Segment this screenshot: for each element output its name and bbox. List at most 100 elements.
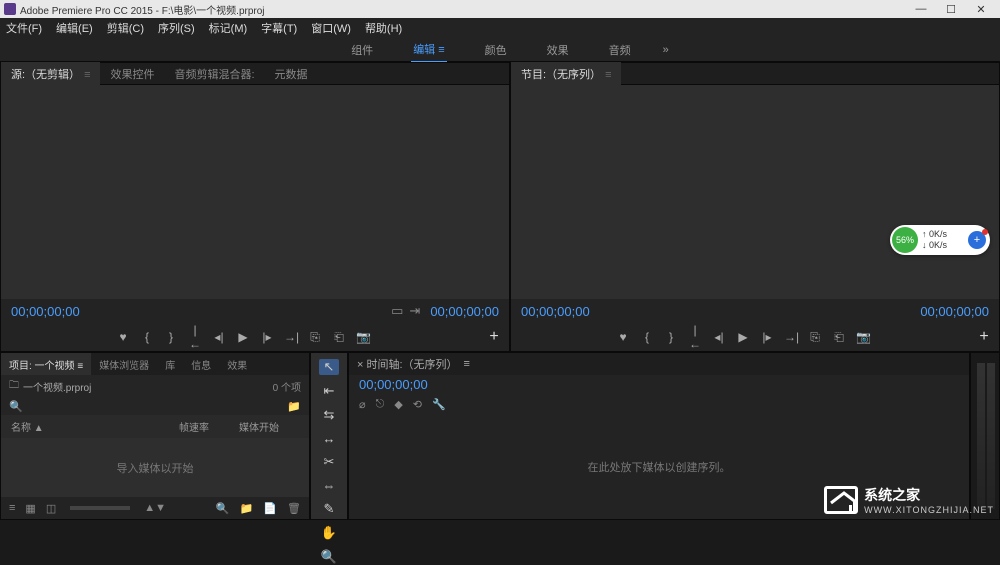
menu-marker[interactable]: 标记(M) xyxy=(209,20,248,36)
fit-icon[interactable]: ▭ xyxy=(391,303,403,319)
sort-icon[interactable]: ▲▼ xyxy=(144,502,166,514)
minimize-button[interactable]: — xyxy=(906,3,936,15)
zoom-tool-icon[interactable]: 🔍 xyxy=(319,549,339,565)
new-item-icon[interactable]: 📄 xyxy=(263,502,277,515)
close-button[interactable]: ✕ xyxy=(966,3,996,16)
snap-icon[interactable]: ⌀ xyxy=(359,398,366,411)
tab-program[interactable]: 节目:（无序列）≡ xyxy=(511,62,621,86)
insert-icon[interactable]: ⎘ xyxy=(308,330,322,345)
menu-help[interactable]: 帮助(H) xyxy=(365,20,402,36)
tab-source[interactable]: 源:（无剪辑）≡ xyxy=(1,62,100,86)
step-fwd-icon[interactable]: |▸ xyxy=(260,330,274,344)
thumbnail-size-slider[interactable] xyxy=(70,506,130,510)
lift-icon[interactable]: ⎘ xyxy=(808,330,822,345)
trash-icon[interactable]: 🗑 xyxy=(287,502,301,515)
panel-menu-icon[interactable]: ≡ xyxy=(77,361,83,372)
go-out-icon[interactable]: →| xyxy=(284,330,298,344)
extract-icon[interactable]: ⎗ xyxy=(832,330,846,345)
pen-tool-icon[interactable]: ✎ xyxy=(319,501,339,517)
razor-tool-icon[interactable]: ✂ xyxy=(319,454,339,470)
program-timecode-out[interactable]: 00;00;00;00 xyxy=(920,304,989,319)
step-fwd-icon[interactable]: |▸ xyxy=(760,330,774,344)
workspace-assembly[interactable]: 组件 xyxy=(349,38,375,62)
tab-effect-controls[interactable]: 效果控件 xyxy=(100,62,164,86)
freeform-view-icon[interactable]: ◫ xyxy=(46,502,56,515)
source-timecode-out[interactable]: 00;00;00;00 xyxy=(430,304,499,319)
go-in-icon[interactable]: |← xyxy=(188,323,202,351)
tab-info[interactable]: 信息 xyxy=(183,353,219,375)
add-marker-icon[interactable]: ◆ xyxy=(394,398,402,411)
panel-menu-icon[interactable]: ≡ xyxy=(84,69,90,81)
tab-project[interactable]: 项目: 一个视频 ≡ xyxy=(1,353,91,375)
overwrite-icon[interactable]: ⎗ xyxy=(332,330,346,345)
project-empty-area[interactable]: 导入媒体以开始 xyxy=(1,438,309,497)
col-framerate[interactable]: 帧速率 xyxy=(179,419,239,434)
source-monitor-viewport[interactable] xyxy=(1,85,509,299)
source-monitor-panel: 源:（无剪辑）≡ 效果控件 音频剪辑混合器: 元数据 00;00;00;00 ▭… xyxy=(0,62,510,352)
play-icon[interactable]: ▶ xyxy=(236,330,250,344)
menu-sequence[interactable]: 序列(S) xyxy=(158,20,195,36)
step-back-icon[interactable]: ◂| xyxy=(212,330,226,344)
marker-icon[interactable]: ♥ xyxy=(116,330,130,344)
tab-media-browser[interactable]: 媒体浏览器 xyxy=(91,353,157,375)
slip-tool-icon[interactable]: ⇔ xyxy=(319,478,339,493)
export-frame-icon[interactable]: 📷 xyxy=(356,330,370,344)
timeline-playhead-timecode[interactable]: 00;00;00;00 xyxy=(349,375,969,394)
workspace-editing[interactable]: 编辑 ≡ xyxy=(411,37,446,63)
marker-icon[interactable]: ♥ xyxy=(616,330,630,344)
step-back-icon[interactable]: ◂| xyxy=(712,330,726,344)
go-out-icon[interactable]: →| xyxy=(784,330,798,344)
list-view-icon[interactable]: ≡ xyxy=(9,502,15,514)
tab-timeline[interactable]: × 时间轴:（无序列） xyxy=(357,356,458,372)
workspace-audio[interactable]: 音频 xyxy=(607,38,633,62)
export-frame-icon[interactable]: 📷 xyxy=(856,330,870,344)
selection-tool-icon[interactable]: ↖ xyxy=(319,359,339,375)
net-widget-expand-icon[interactable]: + xyxy=(968,231,986,249)
find-icon[interactable]: 🔍 xyxy=(216,502,230,515)
search-icon[interactable]: 🔍 xyxy=(9,400,23,413)
settings-icon[interactable]: ⇥ xyxy=(409,303,420,319)
button-editor-icon[interactable]: + xyxy=(977,328,991,346)
workspace-effects[interactable]: 效果 xyxy=(545,38,571,62)
source-timecode-in[interactable]: 00;00;00;00 xyxy=(11,304,381,319)
panel-menu-icon[interactable]: ≡ xyxy=(464,358,470,370)
network-speed-widget[interactable]: 56% ↑ 0K/s ↓ 0K/s + xyxy=(890,225,990,255)
tab-effects-panel[interactable]: 效果 xyxy=(219,353,255,375)
mark-out-icon[interactable]: } xyxy=(164,330,178,344)
rate-stretch-tool-icon[interactable]: ↔ xyxy=(319,431,339,446)
panel-menu-icon[interactable]: ≡ xyxy=(605,69,611,81)
track-select-tool-icon[interactable]: ⇤ xyxy=(319,383,339,399)
linked-selection-icon[interactable]: ⎋ xyxy=(376,398,385,411)
menu-edit[interactable]: 编辑(E) xyxy=(56,20,93,36)
col-media-start[interactable]: 媒体开始 xyxy=(239,419,299,434)
timeline-settings-icon[interactable]: ⟲ xyxy=(413,398,422,411)
tab-audio-clip-mixer[interactable]: 音频剪辑混合器: xyxy=(164,62,264,86)
tab-metadata[interactable]: 元数据 xyxy=(265,62,318,86)
maximize-button[interactable]: ☐ xyxy=(936,3,966,16)
project-column-header[interactable]: 名称 ▲ 帧速率 媒体开始 xyxy=(1,415,309,438)
program-monitor-viewport[interactable] xyxy=(511,85,999,299)
mark-out-icon[interactable]: } xyxy=(664,330,678,344)
ripple-edit-tool-icon[interactable]: ⇆ xyxy=(319,407,339,423)
mark-in-icon[interactable]: { xyxy=(640,330,654,344)
col-name[interactable]: 名称 xyxy=(11,423,31,434)
icon-view-icon[interactable]: ▦ xyxy=(25,502,35,515)
mark-in-icon[interactable]: { xyxy=(140,330,154,344)
hand-tool-icon[interactable]: ✋ xyxy=(319,525,339,541)
wrench-icon[interactable]: 🔧 xyxy=(432,398,446,411)
sort-asc-icon[interactable]: ▲ xyxy=(34,423,44,434)
new-bin-icon[interactable]: 📁 xyxy=(287,400,301,413)
workspace-menu-icon[interactable]: ≡ xyxy=(438,44,444,56)
workspace-more[interactable]: » xyxy=(663,44,669,56)
workspace-color[interactable]: 颜色 xyxy=(483,38,509,62)
menu-window[interactable]: 窗口(W) xyxy=(311,20,351,36)
new-bin-button[interactable]: 📁 xyxy=(240,502,254,515)
menu-clip[interactable]: 剪辑(C) xyxy=(107,20,144,36)
menu-caption[interactable]: 字幕(T) xyxy=(261,20,297,36)
play-icon[interactable]: ▶ xyxy=(736,330,750,344)
program-timecode-in[interactable]: 00;00;00;00 xyxy=(521,304,920,319)
menu-file[interactable]: 文件(F) xyxy=(6,20,42,36)
tab-library[interactable]: 库 xyxy=(157,353,183,375)
button-editor-icon[interactable]: + xyxy=(487,328,501,346)
go-in-icon[interactable]: |← xyxy=(688,323,702,351)
